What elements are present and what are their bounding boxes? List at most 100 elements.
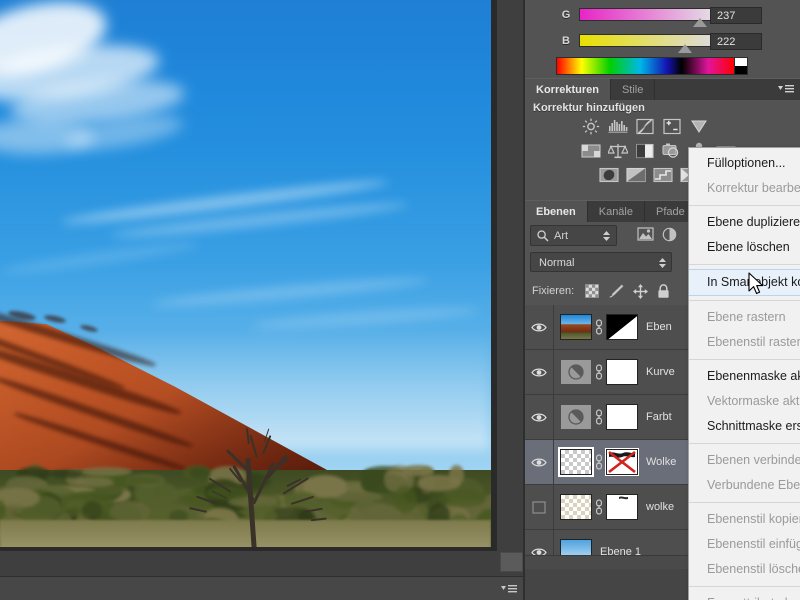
layer-name[interactable]: Kurve	[646, 366, 675, 378]
brightness-contrast-icon[interactable]	[581, 118, 601, 135]
eye-icon[interactable]	[531, 367, 547, 378]
black-white-icon[interactable]	[635, 142, 655, 159]
blend-mode-select[interactable]: Normal	[530, 252, 672, 272]
layer-visibility-toggle[interactable]	[525, 350, 554, 394]
slider-knob-g[interactable]	[693, 18, 707, 27]
context-menu-item[interactable]: Ebene löschen	[689, 235, 800, 260]
layer-mask-thumbnail[interactable]	[606, 494, 638, 520]
link-chain-icon[interactable]	[594, 364, 604, 380]
tab-kanaele[interactable]: Kanäle	[587, 201, 645, 222]
layer-mask-thumbnail[interactable]	[606, 449, 638, 475]
layer-visibility-toggle[interactable]	[525, 305, 554, 349]
blend-mode-value: Normal	[539, 257, 575, 269]
layer-name[interactable]: Eben	[646, 321, 672, 333]
color-value-g[interactable]: 237	[710, 7, 762, 24]
layer-link-icon[interactable]	[592, 499, 606, 515]
layer-mask-thumbnail[interactable]	[606, 359, 638, 385]
exposure-icon[interactable]	[662, 118, 682, 135]
layer-name[interactable]: Farbt	[646, 411, 672, 423]
color-spectrum-bar[interactable]	[556, 57, 747, 75]
curves-icon[interactable]	[635, 118, 655, 135]
layer-thumbnail[interactable]	[560, 314, 592, 340]
context-menu-item[interactable]: Schnittmaske erst	[689, 414, 800, 439]
layer-link-icon[interactable]	[592, 409, 606, 425]
slider-knob-b[interactable]	[678, 44, 692, 53]
tab-korrekturen[interactable]: Korrekturen	[525, 79, 611, 100]
layer-visibility-toggle[interactable]	[525, 440, 554, 484]
tree-branch	[262, 435, 272, 455]
color-slider-b[interactable]: B	[559, 34, 717, 47]
mask-content-icon	[619, 496, 628, 500]
menu-separator	[689, 359, 800, 360]
layer-filter-select[interactable]: Art	[530, 225, 617, 246]
link-chain-icon[interactable]	[594, 319, 604, 335]
invert-icon[interactable]	[599, 166, 619, 183]
layer-link-icon[interactable]	[592, 364, 606, 380]
link-chain-icon[interactable]	[594, 409, 604, 425]
photo-filter-icon[interactable]	[662, 142, 682, 159]
lock-position-icon[interactable]	[633, 283, 649, 299]
eye-icon[interactable]	[531, 322, 547, 333]
tab-label: Ebenen	[536, 205, 576, 218]
slider-channel-label: B	[562, 34, 570, 47]
layer-visibility-toggle[interactable]	[525, 485, 554, 529]
posterize-icon[interactable]	[626, 166, 646, 183]
color-balance-icon[interactable]	[608, 142, 628, 159]
color-value-b[interactable]: 222	[710, 33, 762, 50]
layer-thumbnail[interactable]	[560, 359, 592, 385]
panel-menu-icon[interactable]	[778, 84, 794, 95]
shrub	[110, 475, 163, 485]
menu-separator	[689, 586, 800, 587]
layer-thumbnail[interactable]	[560, 449, 592, 475]
tree-branch	[252, 461, 276, 505]
blend-stepper-icon[interactable]	[658, 256, 667, 270]
context-menu-item: Verbundene Eben	[707, 478, 800, 492]
tab-stile[interactable]: Stile	[610, 79, 656, 100]
canvas-frame[interactable]	[0, 0, 497, 551]
rock-dimple	[43, 313, 67, 325]
spectrum-white-black-swatch[interactable]	[734, 57, 748, 75]
filter-pixel-icon[interactable]	[637, 227, 654, 242]
mask-disabled-x-icon	[608, 450, 636, 474]
layer-visibility-toggle[interactable]	[525, 395, 554, 439]
adjustment-symbol-icon	[568, 364, 584, 380]
menu-separator	[689, 502, 800, 503]
context-menu-item[interactable]: Ebenenmaske akti	[689, 364, 800, 389]
tab-ebenen[interactable]: Ebenen	[525, 201, 588, 222]
stepper-icon[interactable]	[602, 229, 611, 243]
layer-mask-thumbnail[interactable]	[606, 314, 638, 340]
lock-all-icon[interactable]	[657, 283, 670, 299]
panel-menu-icon[interactable]	[501, 584, 517, 595]
vibrance-icon[interactable]	[689, 118, 709, 135]
context-menu-item[interactable]: Ebene duplizieren	[689, 210, 800, 235]
slider-track-b[interactable]	[579, 34, 717, 47]
eye-icon[interactable]	[531, 412, 547, 423]
context-menu-item[interactable]: Fülloptionen...	[689, 151, 800, 176]
hue-saturation-icon[interactable]	[581, 142, 601, 159]
canvas-gutter-right	[497, 0, 525, 551]
layer-mask-thumbnail[interactable]	[606, 404, 638, 430]
adjustments-title: Korrektur hinzufügen	[533, 102, 645, 114]
link-chain-icon[interactable]	[594, 454, 604, 470]
layer-name[interactable]: wolke	[646, 501, 674, 513]
lock-transparency-icon[interactable]	[585, 284, 600, 298]
shrub	[449, 464, 465, 485]
link-chain-icon[interactable]	[594, 499, 604, 515]
vertical-scrollbar-thumb[interactable]	[500, 552, 523, 572]
levels-icon[interactable]	[608, 118, 628, 135]
dead-tree	[170, 408, 340, 547]
context-menu-item[interactable]: In Smartobjekt ko	[689, 269, 800, 296]
menu-separator	[689, 264, 800, 265]
layer-link-icon[interactable]	[592, 319, 606, 335]
layer-name[interactable]: Wolke	[646, 456, 676, 468]
eye-off-icon[interactable]	[532, 500, 546, 514]
eye-icon[interactable]	[531, 457, 547, 468]
layer-thumbnail[interactable]	[560, 494, 592, 520]
context-menu-item: Ebenenstil rastern	[707, 335, 800, 349]
document-image[interactable]	[0, 0, 491, 547]
layer-thumbnail[interactable]	[560, 404, 592, 430]
lock-image-icon[interactable]	[608, 284, 624, 298]
threshold-icon[interactable]	[653, 166, 673, 183]
filter-adjustment-icon[interactable]	[662, 227, 677, 242]
layer-link-icon[interactable]	[592, 454, 606, 470]
